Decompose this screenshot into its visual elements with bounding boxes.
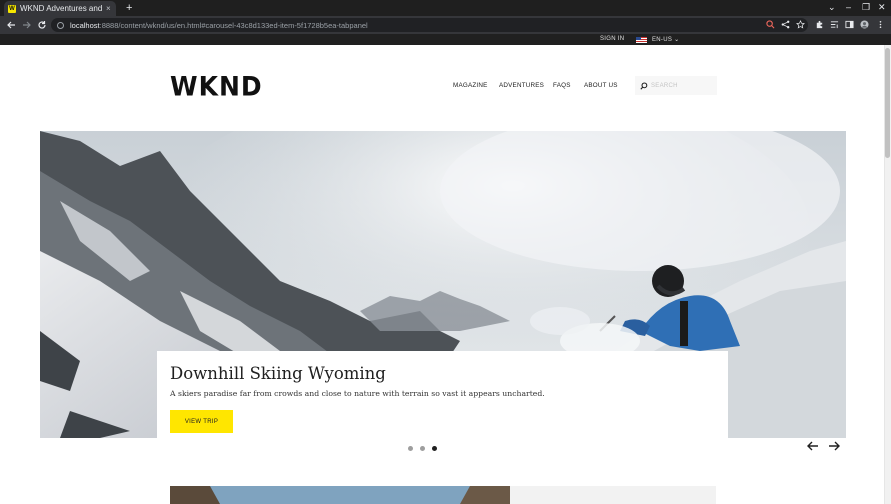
browser-menu-icon[interactable] [876, 20, 885, 29]
minimize-button[interactable]: – [846, 2, 851, 12]
zoom-icon[interactable] [766, 20, 775, 29]
extensions-icon[interactable] [815, 20, 824, 29]
carousel-next-arrow-icon[interactable] [827, 439, 841, 453]
site-utility-bar: SIGN IN EN-US ⌄ [0, 34, 891, 45]
article-card-placeholder [510, 486, 716, 504]
search-box[interactable]: SEARCH [635, 76, 717, 95]
reading-list-icon[interactable] [830, 20, 839, 29]
url-path: :8888/content/wknd/us/en.html#carousel-4… [99, 20, 368, 30]
hero-caption-card: Downhill Skiing Wyoming A skiers paradis… [157, 351, 728, 444]
hero-title: Downhill Skiing Wyoming [170, 364, 386, 383]
nav-item-magazine[interactable]: MAGAZINE [453, 82, 488, 89]
close-window-button[interactable]: ✕ [878, 2, 886, 13]
new-tab-button[interactable]: + [126, 1, 132, 15]
forward-arrow-icon[interactable] [22, 20, 32, 30]
tab-search-icon[interactable]: ⌄ [828, 2, 836, 13]
nav-item-adventures[interactable]: ADVENTURES [499, 82, 544, 89]
carousel-indicator-2[interactable] [420, 446, 425, 451]
wknd-logo[interactable]: WKND [170, 71, 263, 101]
nav-item-faqs[interactable]: FAQS [553, 82, 571, 89]
url-host: localhost [70, 20, 100, 30]
sign-in-link[interactable]: SIGN IN [600, 36, 624, 42]
browser-toolbar: localhost :8888/content/wknd/us/en.html#… [0, 16, 891, 34]
article-thumbnail-image[interactable] [170, 486, 510, 504]
tab-title: WKND Adventures and Tr [20, 4, 104, 13]
search-icon [640, 81, 648, 90]
side-panel-icon[interactable] [845, 20, 854, 29]
maximize-button[interactable]: ❐ [862, 2, 870, 13]
search-input[interactable]: SEARCH [651, 83, 678, 89]
chevron-down-icon: ⌄ [674, 37, 680, 43]
us-flag-icon [636, 37, 647, 43]
carousel-indicator-1[interactable] [408, 446, 413, 451]
tab-close-icon[interactable]: × [106, 4, 111, 13]
nav-item-about-us[interactable]: ABOUT US [584, 82, 618, 89]
scrollbar-thumb[interactable] [885, 48, 890, 158]
language-selector[interactable]: EN-US ⌄ [652, 36, 679, 43]
carousel-prev-arrow-icon[interactable] [806, 439, 820, 453]
hero-description: A skiers paradise far from crowds and cl… [170, 389, 545, 398]
browser-tab[interactable]: W WKND Adventures and Tr × [4, 1, 116, 16]
back-arrow-icon[interactable] [6, 20, 16, 30]
canyon-image [170, 486, 510, 504]
bookmark-star-icon[interactable] [796, 20, 805, 29]
carousel-indicator-3[interactable] [432, 446, 437, 451]
site-info-icon[interactable] [57, 21, 64, 29]
reload-icon[interactable] [37, 20, 47, 30]
locale-label: EN-US [652, 37, 673, 43]
address-bar[interactable]: localhost :8888/content/wknd/us/en.html#… [51, 18, 808, 32]
profile-avatar-icon[interactable] [860, 20, 869, 29]
share-icon[interactable] [781, 20, 790, 29]
browser-tab-strip: W WKND Adventures and Tr × + ⌄ – ❐ ✕ [0, 0, 891, 16]
wknd-favicon-icon: W [8, 4, 16, 13]
view-trip-button[interactable]: VIEW TRIP [170, 410, 233, 433]
